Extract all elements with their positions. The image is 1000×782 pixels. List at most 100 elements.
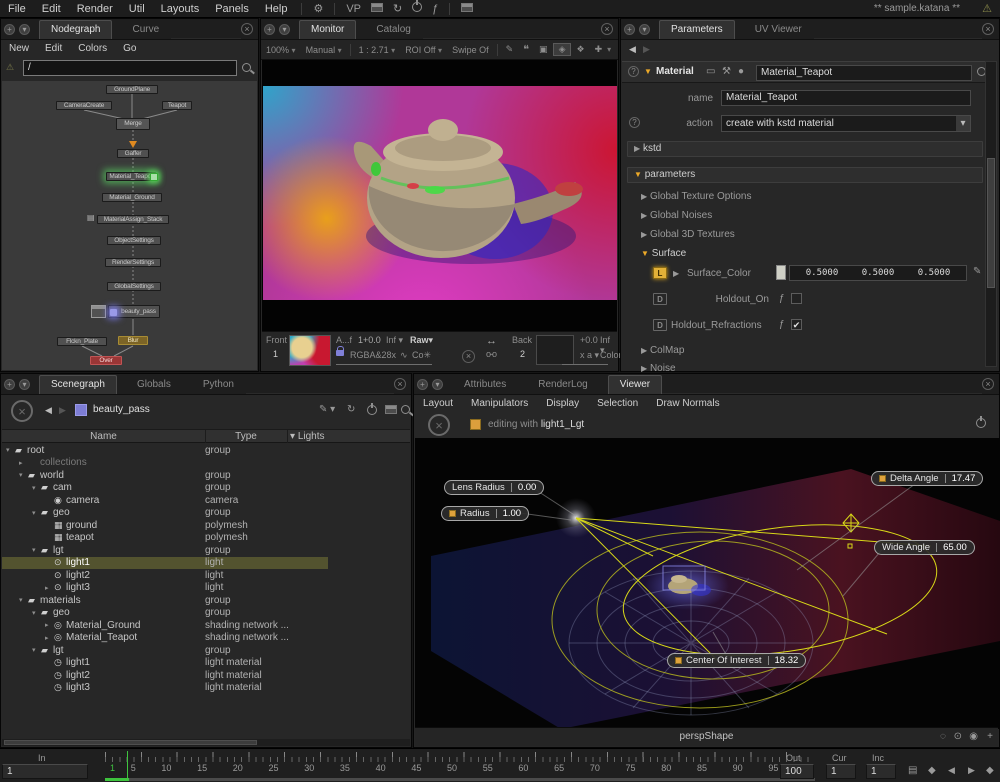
hud-wide-angle[interactable]: Wide Angle65.00 — [874, 540, 975, 555]
monitor-canvas[interactable] — [262, 60, 617, 332]
column-lights[interactable]: ▾ Lights — [290, 431, 325, 442]
viewer-proxy-label[interactable]: VP — [341, 3, 366, 15]
graph-node[interactable]: ObjectSettings — [107, 236, 161, 245]
node-badge-icon[interactable]: ▭ — [706, 66, 715, 77]
wave-icon[interactable]: ∿ — [400, 350, 408, 361]
pane-add-icon[interactable]: + — [264, 24, 275, 35]
gamut-icon[interactable]: ❖ — [571, 44, 589, 55]
tab-viewer[interactable]: Viewer — [608, 375, 662, 394]
graph-node[interactable]: Teapot — [162, 101, 192, 110]
zoom-select[interactable]: 100% ▾ — [261, 45, 301, 55]
menu-manipulators[interactable]: Manipulators — [462, 398, 537, 409]
refresh-icon[interactable]: ↻ — [347, 404, 355, 415]
power-icon[interactable] — [407, 2, 427, 15]
hook-icon[interactable]: ƒ — [427, 3, 443, 15]
expander-icon[interactable]: ▸ — [45, 621, 54, 629]
pane-menu-icon[interactable]: ▾ — [279, 24, 290, 35]
name-input[interactable]: Material_Teapot — [721, 90, 971, 106]
default-state-badge[interactable]: D — [653, 319, 667, 331]
expander-icon[interactable]: ▸ — [45, 584, 54, 592]
swipe-select[interactable]: Swipe Of — [447, 45, 494, 55]
clapper-icon[interactable] — [385, 405, 397, 417]
key-icon[interactable]: ◆ — [986, 765, 994, 776]
lock-icon[interactable] — [336, 346, 344, 358]
expander-icon[interactable]: ▸ — [45, 634, 54, 642]
roi-select[interactable]: ROI Off ▾ — [400, 45, 447, 55]
column-name[interactable]: Name — [2, 431, 205, 442]
expander-icon[interactable]: ▾ — [32, 484, 41, 492]
table-row[interactable]: ▾ cam group — [2, 482, 410, 495]
menu-new[interactable]: New — [1, 43, 37, 54]
action-select[interactable]: create with kstd material — [721, 115, 971, 132]
next-frame-icon[interactable]: ▶ — [968, 765, 975, 776]
tab-scenegraph[interactable]: Scenegraph — [39, 375, 117, 394]
expander-icon[interactable]: ▾ — [6, 446, 15, 454]
holdout-on-checkbox[interactable] — [791, 293, 802, 304]
forward-icon[interactable]: ▶ — [59, 405, 66, 416]
scrollbar[interactable] — [985, 61, 997, 367]
pen-icon[interactable]: ✎ ▾ — [319, 404, 335, 415]
front-ab[interactable]: A...f — [336, 335, 352, 345]
horizontal-scrollbar[interactable] — [2, 739, 410, 746]
menu-layouts[interactable]: Layouts — [153, 3, 208, 15]
close-icon[interactable]: × — [241, 23, 253, 35]
back-icon[interactable]: ◀ — [45, 405, 52, 416]
history-back-icon[interactable]: ◀ — [629, 44, 636, 55]
tab-python[interactable]: Python — [191, 375, 246, 394]
update-mode-select[interactable]: Manual ▾ — [301, 45, 347, 55]
pane-add-icon[interactable]: + — [4, 379, 15, 390]
comment-icon[interactable]: ● — [738, 66, 744, 77]
pixel-probe-icon[interactable]: ◈ — [553, 43, 572, 56]
search-icon[interactable] — [242, 63, 251, 75]
node-search-input[interactable]: / — [23, 60, 237, 76]
expander-icon[interactable]: ▸ — [19, 459, 28, 467]
inc-field[interactable]: 1 — [866, 764, 896, 779]
table-row[interactable]: teapot polymesh — [2, 532, 410, 545]
holdout-refractions-checkbox[interactable]: ✔ — [791, 319, 802, 330]
table-row[interactable]: ▾ geo group — [2, 607, 410, 620]
help-icon[interactable]: ? — [628, 66, 639, 77]
close-icon[interactable]: × — [394, 378, 406, 390]
close-icon[interactable]: × — [982, 23, 994, 35]
menu-display[interactable]: Display — [537, 398, 588, 409]
column-type[interactable]: Type — [205, 431, 287, 442]
pane-menu-icon[interactable]: ▾ — [432, 379, 443, 390]
menu-draw-normals[interactable]: Draw Normals — [647, 398, 728, 409]
swap-ab-icon[interactable]: ↔ — [486, 335, 497, 347]
flipbook-icon[interactable]: ▤ — [908, 765, 917, 776]
pane-menu-icon[interactable]: ▾ — [639, 24, 650, 35]
power-icon[interactable] — [367, 405, 377, 418]
front-reset-icon[interactable]: × — [462, 350, 475, 363]
annotate-pen-icon[interactable]: ✎ — [501, 44, 519, 55]
menu-layout[interactable]: Layout — [414, 398, 462, 409]
default-state-badge[interactable]: D — [653, 293, 667, 305]
prev-frame-icon[interactable]: ◀ — [948, 765, 955, 776]
table-row[interactable]: ▾ geo group — [2, 507, 410, 520]
menu-panels[interactable]: Panels — [207, 3, 257, 15]
expander-icon[interactable]: ▾ — [32, 546, 41, 554]
node-name-input[interactable]: Material_Teapot — [756, 65, 972, 81]
eyedropper-icon[interactable]: ✎ — [973, 266, 981, 277]
pane-menu-icon[interactable]: ▾ — [19, 379, 30, 390]
local-state-badge[interactable]: L — [653, 267, 667, 279]
back-channel[interactable]: x a ▾ — [580, 350, 599, 361]
section-kstd[interactable]: ▶ kstd — [627, 141, 983, 157]
graph-node[interactable]: Material_Teapot — [106, 172, 156, 181]
tab-uv-viewer[interactable]: UV Viewer — [743, 20, 814, 39]
back-thumbnail[interactable] — [536, 335, 574, 365]
comment-icon[interactable]: ❝ — [518, 43, 534, 56]
close-icon[interactable]: × — [601, 23, 613, 35]
expander-icon[interactable]: ▾ — [19, 471, 28, 479]
power-icon[interactable] — [976, 418, 986, 431]
menu-edit[interactable]: Edit — [34, 3, 69, 15]
menu-file[interactable]: File — [0, 3, 34, 15]
graph-node[interactable]: Merge — [116, 118, 150, 130]
graph-node[interactable]: Blur — [118, 336, 148, 345]
table-row[interactable]: light2 light — [2, 569, 410, 582]
graph-node[interactable]: Flckn_Plate — [57, 337, 107, 346]
tab-curve[interactable]: Curve — [120, 20, 171, 39]
graph-node[interactable]: Material_Ground — [102, 193, 162, 202]
table-row[interactable]: ground polymesh — [2, 519, 410, 532]
warning-icon[interactable]: ⚠ — [982, 2, 992, 15]
tab-monitor[interactable]: Monitor — [299, 20, 356, 39]
